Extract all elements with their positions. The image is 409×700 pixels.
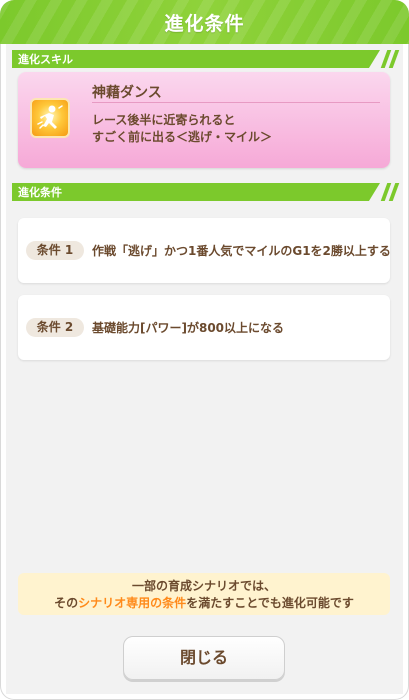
running-figure-icon xyxy=(30,98,70,138)
note-suffix: を満たすことでも進化可能です xyxy=(186,596,354,610)
condition-card-2: 条件 2 基礎能力[パワー]が800以上になる xyxy=(18,295,390,360)
note-line1: 一部の育成シナリオでは、 xyxy=(131,579,276,593)
condition-text: 基礎能力[パワー]が800以上になる xyxy=(92,321,285,335)
close-button[interactable]: 閉じる xyxy=(123,636,285,680)
note-prefix: その xyxy=(54,596,79,610)
skill-card: 神藉ダンス レース後半に近寄られると すごく前に出る＜逃げ・マイル＞ xyxy=(18,72,390,168)
skill-description: レース後半に近寄られると すごく前に出る＜逃げ・マイル＞ xyxy=(92,112,382,146)
note-highlight: シナリオ専用の条件 xyxy=(78,596,187,610)
running-figure-icon-graphic xyxy=(37,105,63,129)
scenario-note: 一部の育成シナリオでは、 そのシナリオ専用の条件を満たすことでも進化可能です xyxy=(18,573,390,615)
condition-card-1: 条件 1 作戦「逃げ」かつ1番人気でマイルのG1を2勝以上する xyxy=(18,218,391,283)
condition-label: 条件 2 xyxy=(26,318,84,337)
skill-name: 神藉ダンス xyxy=(92,85,162,101)
skill-description-line1: レース後半に近寄られると xyxy=(92,113,236,127)
section-label-bar xyxy=(12,183,380,201)
condition-section-label-text: 進化条件 xyxy=(18,186,62,199)
skill-section-label: 進化スキル xyxy=(12,50,400,68)
condition-label: 条件 1 xyxy=(26,241,84,260)
condition-section-label: 進化条件 xyxy=(12,183,400,201)
evolution-conditions-dialog: 進化条件 進化スキル 神藉ダンス レース後半に近寄られると すごく前に出る＜逃げ… xyxy=(0,0,409,700)
skill-section-label-text: 進化スキル xyxy=(18,53,73,66)
dialog-title: 進化条件 xyxy=(164,13,245,35)
condition-text: 作戦「逃げ」かつ1番人気でマイルのG1を2勝以上する xyxy=(92,244,391,258)
dialog-header: 進化条件 xyxy=(0,0,409,44)
note-line2: そのシナリオ専用の条件を満たすことでも進化可能です xyxy=(18,595,390,612)
skill-divider xyxy=(92,102,380,103)
skill-description-line2: すごく前に出る＜逃げ・マイル＞ xyxy=(92,130,273,144)
